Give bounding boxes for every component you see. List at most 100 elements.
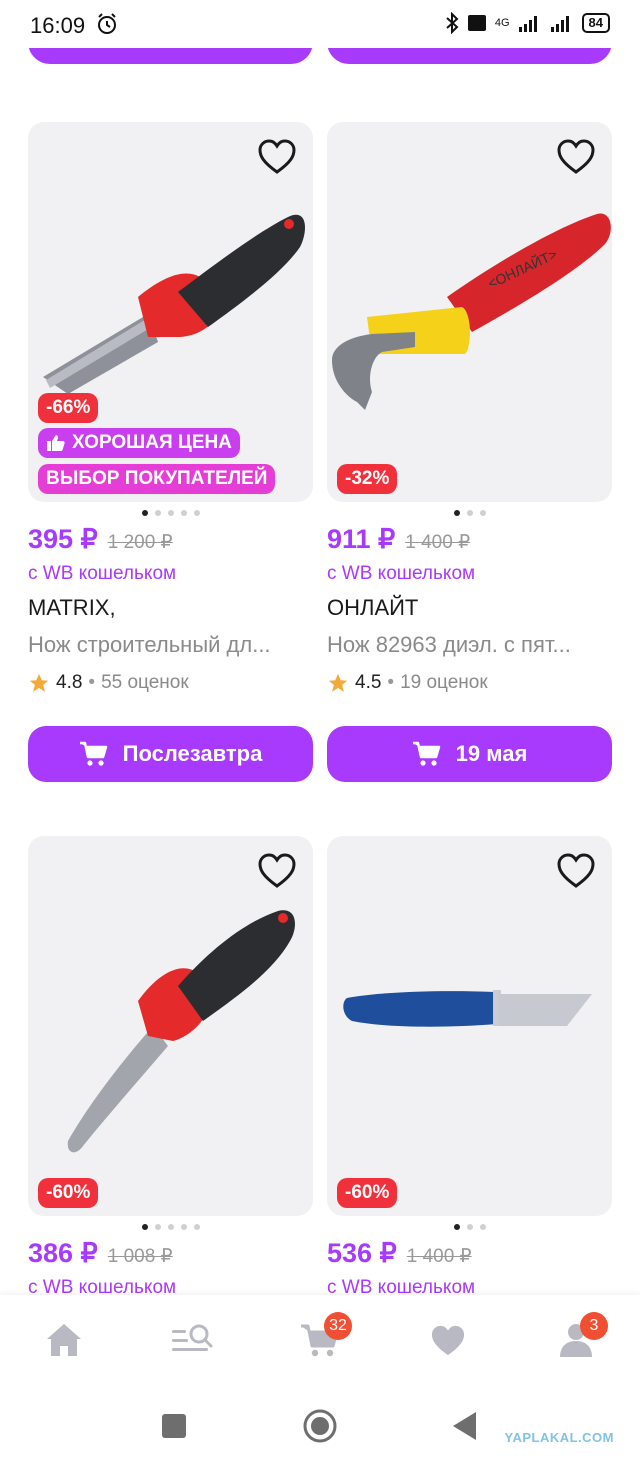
pagination-dot — [466, 1224, 473, 1230]
bluetooth-icon — [446, 12, 459, 34]
cart-icon — [412, 741, 440, 766]
heart-icon[interactable] — [257, 138, 297, 178]
status-bar: 16:09 4G 84 — [0, 0, 640, 48]
product-card[interactable]: -66% ХОРОШАЯ ЦЕНА ВЫБОР ПОКУПАТЕЛЕЙ 395 … — [28, 122, 313, 782]
pagination-dot — [193, 510, 200, 516]
brand: MATRIX, — [28, 595, 116, 620]
old-price: 1 008 ₽ — [107, 1246, 173, 1267]
pagination-dot — [180, 1224, 187, 1230]
price: 536 ₽ — [327, 1238, 397, 1268]
heart-icon[interactable] — [556, 138, 596, 178]
wallet-note: с WB кошельком — [28, 563, 177, 584]
good-price-label: ХОРОШАЯ ЦЕНА — [72, 432, 232, 453]
product-image[interactable]: <ОНЛАЙТ> -32% — [327, 122, 612, 502]
pagination-dot — [180, 510, 187, 516]
rating-value: 4.5 — [355, 672, 382, 693]
pagination-dot — [453, 510, 460, 516]
signal-icon — [518, 16, 537, 32]
profile-count-badge: 3 — [580, 1312, 608, 1340]
status-icons: 4G 84 — [445, 12, 610, 34]
cart-icon — [79, 741, 107, 766]
alarm-icon — [98, 13, 117, 34]
pagination-dot — [193, 1224, 200, 1230]
star-icon — [328, 673, 348, 692]
pagination-dot — [479, 1224, 486, 1230]
bottom-navigation: 32 3 — [0, 1295, 640, 1385]
star-icon — [29, 673, 49, 692]
catalog-search-icon — [172, 1324, 213, 1351]
price: 395 ₽ — [28, 524, 98, 554]
rating-value: 4.8 — [56, 672, 83, 693]
product-card[interactable]: <ОНЛАЙТ> -32% 911 ₽ 1 400 ₽ с WB кошельк… — [327, 122, 612, 782]
wallet-note: с WB кошельком — [28, 1277, 177, 1295]
add-to-cart-button[interactable]: Послезавтра — [28, 726, 313, 782]
heart-icon[interactable] — [257, 852, 297, 892]
add-to-cart-button[interactable]: 19 мая — [327, 726, 612, 782]
heart-icon[interactable] — [556, 852, 596, 892]
knife-red-black-curved-icon — [67, 910, 295, 1153]
buyers-choice-badge: ВЫБОР ПОКУПАТЕЛЕЙ — [38, 464, 276, 494]
nav-catalog[interactable] — [162, 1310, 222, 1370]
home-circle-icon[interactable] — [302, 1408, 338, 1444]
rating: 4.5 • 19 оценок — [327, 664, 612, 702]
old-price: 1 400 ₽ — [406, 1246, 472, 1267]
recent-apps-icon[interactable] — [160, 1412, 188, 1440]
thumbs-up-icon — [47, 435, 65, 451]
product-feed[interactable]: -66% ХОРОШАЯ ЦЕНА ВЫБОР ПОКУПАТЕЛЕЙ 395 … — [0, 0, 640, 1295]
nav-profile[interactable]: 3 — [546, 1310, 608, 1370]
product-card[interactable]: -60% 386 ₽ 1 008 ₽ с WB кошельком — [28, 836, 313, 1295]
system-navigation: YAPLAKAL.COM — [0, 1385, 640, 1467]
volte-icon — [467, 15, 486, 31]
pagination-dot — [141, 1224, 148, 1230]
product-image[interactable]: -66% ХОРОШАЯ ЦЕНА ВЫБОР ПОКУПАТЕЛЕЙ — [28, 122, 313, 502]
discount-badge: -60% — [38, 1178, 99, 1208]
discount-badge: -60% — [337, 1178, 398, 1208]
nav-favorites[interactable] — [418, 1310, 478, 1370]
image-pagination — [327, 1216, 612, 1238]
pagination-dot — [167, 510, 174, 516]
reviews-count: 19 оценок — [400, 672, 488, 693]
status-time: 16:09 — [30, 12, 119, 39]
pagination-dot — [167, 1224, 174, 1230]
product-card[interactable]: -60% 536 ₽ 1 400 ₽ с WB кошельком — [327, 836, 612, 1295]
product-name[interactable]: Нож 82963 диэл. с пят... — [327, 626, 612, 664]
heart-icon — [431, 1325, 465, 1356]
knife-yellow-red-hook-icon: <ОНЛАЙТ> — [332, 213, 611, 410]
product-image[interactable]: -60% — [28, 836, 313, 1216]
price: 386 ₽ — [28, 1238, 98, 1268]
old-price: 1 400 ₽ — [405, 532, 471, 553]
image-pagination — [28, 502, 313, 524]
delivery-label: Послезавтра — [122, 741, 263, 766]
discount-badge: -66% — [38, 393, 99, 423]
home-icon — [47, 1324, 81, 1356]
pagination-dot — [453, 1224, 460, 1230]
pagination-dot — [154, 510, 161, 516]
old-price: 1 200 ₽ — [107, 532, 173, 553]
battery-icon: 84 — [581, 13, 610, 33]
nav-cart[interactable]: 32 — [290, 1310, 352, 1370]
nav-home[interactable] — [34, 1310, 94, 1370]
cart-count-badge: 32 — [324, 1312, 352, 1340]
pagination-dot — [154, 1224, 161, 1230]
network-type: 4G — [494, 17, 510, 29]
image-pagination — [28, 1216, 313, 1238]
discount-badge: -32% — [337, 464, 398, 494]
brand: ОНЛАЙТ — [327, 595, 419, 620]
knife-blue-icon — [343, 990, 592, 1027]
product-image[interactable]: -60% — [327, 836, 612, 1216]
reviews-count: 55 оценок — [101, 672, 189, 693]
wallet-note: с WB кошельком — [327, 1277, 476, 1295]
pagination-dot — [479, 510, 486, 516]
image-pagination — [327, 502, 612, 524]
separator: • — [88, 672, 96, 693]
signal-icon — [550, 16, 569, 32]
separator: • — [387, 672, 395, 693]
wallet-note: с WB кошельком — [327, 563, 476, 584]
good-price-badge: ХОРОШАЯ ЦЕНА — [38, 428, 240, 458]
watermark: YAPLAKAL.COM — [504, 1430, 614, 1445]
back-icon[interactable] — [450, 1410, 480, 1442]
delivery-label: 19 мая — [455, 741, 528, 766]
clock: 16:09 — [30, 13, 86, 38]
product-name[interactable]: Нож строительный дл... — [28, 626, 313, 664]
pagination-dot — [141, 510, 148, 516]
